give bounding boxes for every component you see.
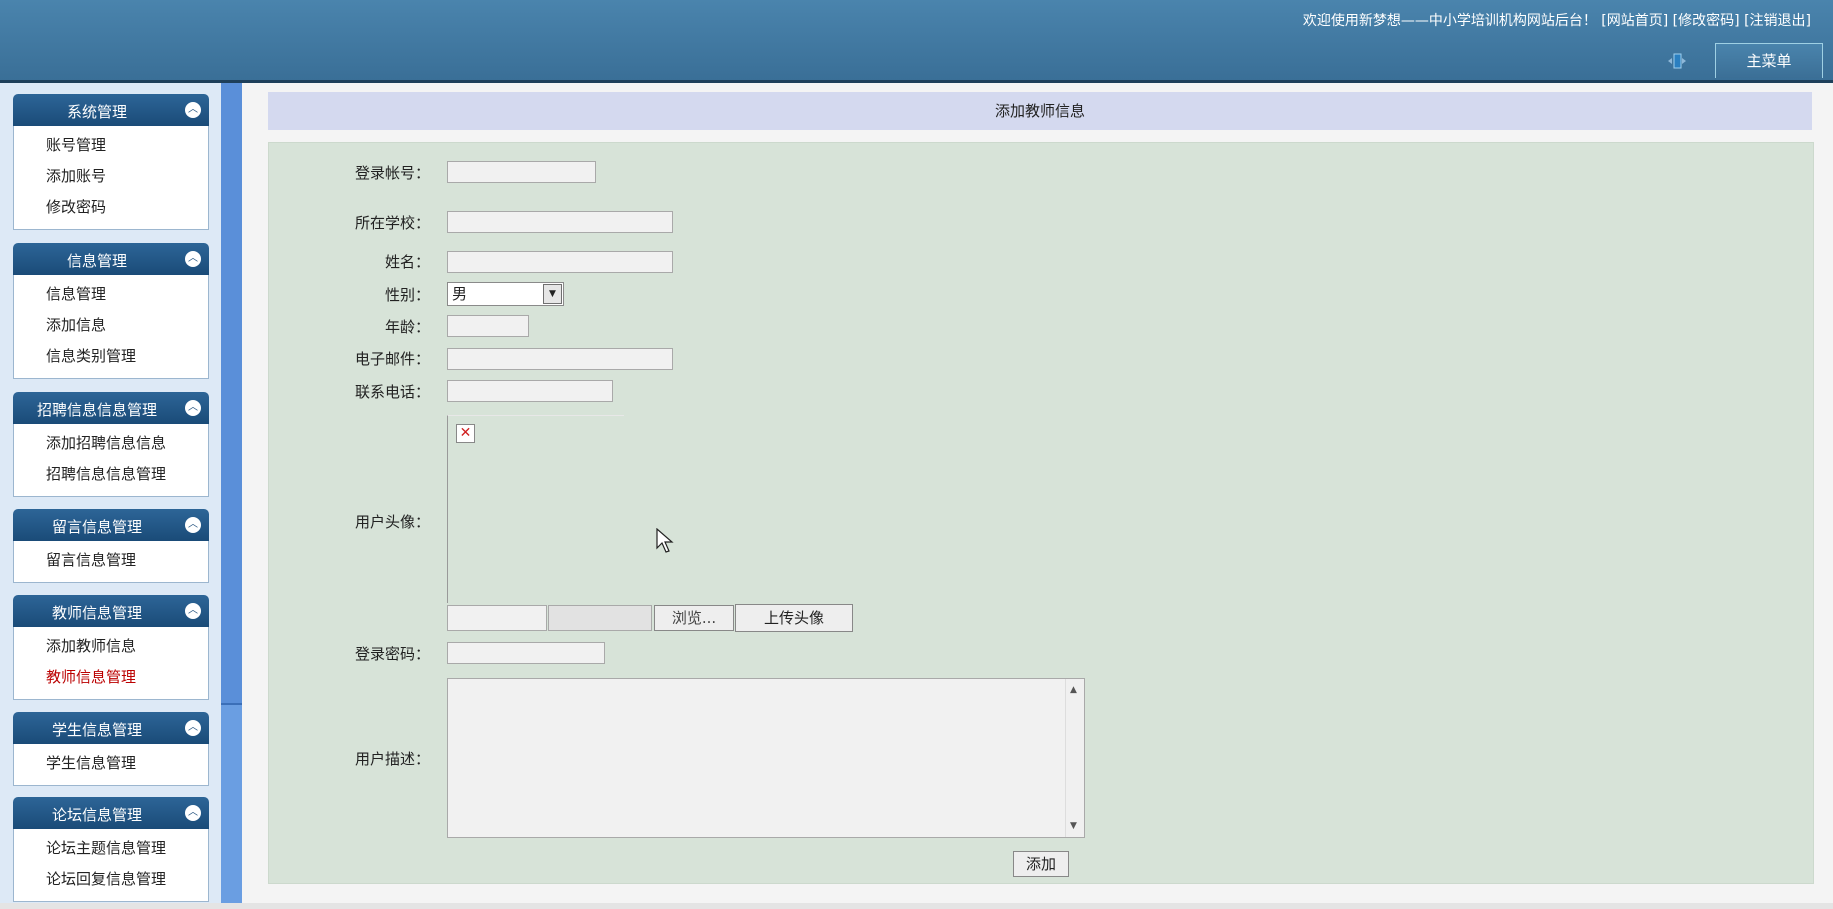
sidebar-item-add-teacher[interactable]: 添加教师信息 [14,631,208,662]
change-password-link[interactable]: [修改密码] [1673,13,1740,29]
sidebar-item-forum-topics[interactable]: 论坛主题信息管理 [14,833,208,864]
collapse-icon[interactable]: ︿ [185,102,201,118]
sidebar-group-header[interactable]: 信息管理 ︿ [13,243,209,275]
file-name-input[interactable] [548,605,652,631]
name-label: 姓名： [384,253,430,271]
sidebar-group-messages: 留言信息管理 ︿ 留言信息管理 [13,509,209,583]
chevron-down-icon[interactable]: ▼ [543,284,562,304]
sidebar-group-header[interactable]: 招聘信息信息管理 ︿ [13,392,209,424]
sidebar-item-student-management[interactable]: 学生信息管理 [14,748,208,779]
collapse-icon[interactable]: ︿ [185,805,201,821]
avatar-label: 用户头像： [354,513,430,531]
form-title: 添加教师信息 [268,92,1812,130]
sidebar-group-students: 学生信息管理 ︿ 学生信息管理 [13,712,209,786]
gender-label: 性别： [384,286,430,304]
welcome-text: 欢迎使用新梦想——中小学培训机构网站后台！ [1302,13,1597,29]
sidebar-item-info-management[interactable]: 信息管理 [14,279,208,310]
sidebar-group-title: 系统管理 [66,103,127,121]
sidebar-item-account-management[interactable]: 账号管理 [14,130,208,161]
sidebar-group-body: 添加招聘信息信息 招聘信息信息管理 [13,424,209,497]
name-input[interactable] [447,251,673,273]
age-input[interactable] [447,315,529,337]
gender-select[interactable]: 男 ▼ [447,282,564,306]
sidebar-group-title: 招聘信息信息管理 [36,401,157,419]
sidebar-group-header[interactable]: 系统管理 ︿ [13,94,209,126]
collapse-icon[interactable]: ︿ [185,400,201,416]
sidebar-group-header[interactable]: 论坛信息管理 ︿ [13,797,209,829]
account-input[interactable] [447,161,596,183]
sidebar-group-body: 论坛主题信息管理 论坛回复信息管理 [13,829,209,902]
password-label: 登录密码： [354,645,430,663]
sidebar-item-change-password[interactable]: 修改密码 [14,192,208,223]
sidebar-group-body: 学生信息管理 [13,744,209,786]
sidebar-group-title: 教师信息管理 [51,604,142,622]
collapse-icon[interactable]: ︿ [185,251,201,267]
sidebar-scrollbar-thumb[interactable] [221,83,242,705]
sidebar-item-recruitment-management[interactable]: 招聘信息信息管理 [14,459,208,490]
main-menu-tab[interactable]: 主菜单 [1715,43,1823,78]
sidebar-group-header[interactable]: 学生信息管理 ︿ [13,712,209,744]
account-label: 登录帐号： [354,164,430,182]
scroll-up-icon[interactable]: ▲ [1070,685,1077,695]
sidebar-item-add-account[interactable]: 添加账号 [14,161,208,192]
welcome-bar: 欢迎使用新梦想——中小学培训机构网站后台！ [网站首页] [修改密码] [注销退… [1303,10,1811,30]
sidebar-group-body: 留言信息管理 [13,541,209,583]
sidebar-group-forum: 论坛信息管理 ︿ 论坛主题信息管理 论坛回复信息管理 [13,797,209,902]
submit-add-button[interactable]: 添加 [1013,851,1069,877]
upload-avatar-button[interactable]: 上传头像 [735,604,853,632]
email-input[interactable] [447,348,673,370]
school-label: 所在学校： [354,214,430,232]
description-textarea[interactable]: ▲ ▼ [447,678,1085,838]
sidebar-group-header[interactable]: 留言信息管理 ︿ [13,509,209,541]
sidebar-toggle-icon[interactable] [1668,52,1686,70]
sidebar-group-title: 留言信息管理 [51,518,142,536]
sidebar-item-message-management[interactable]: 留言信息管理 [14,545,208,576]
collapse-icon[interactable]: ︿ [185,603,201,619]
collapse-icon[interactable]: ︿ [185,517,201,533]
sidebar-item-info-category[interactable]: 信息类别管理 [14,341,208,372]
sidebar-group-header[interactable]: 教师信息管理 ︿ [13,595,209,627]
collapse-icon[interactable]: ︿ [185,720,201,736]
phone-label: 联系电话： [354,383,430,401]
mouse-cursor-icon [656,528,674,553]
file-path-input[interactable] [447,605,547,631]
sidebar-item-forum-replies[interactable]: 论坛回复信息管理 [14,864,208,895]
sidebar-group-info: 信息管理 ︿ 信息管理 添加信息 信息类别管理 [13,243,209,379]
description-label: 用户描述： [354,750,430,768]
sidebar-scrollbar[interactable] [221,83,242,903]
sidebar-group-recruitment: 招聘信息信息管理 ︿ 添加招聘信息信息 招聘信息信息管理 [13,392,209,497]
broken-image-icon: ✕ [456,424,475,443]
sidebar-group-title: 学生信息管理 [51,721,142,739]
email-label: 电子邮件： [354,350,430,368]
sidebar-group-system: 系统管理 ︿ 账号管理 添加账号 修改密码 [13,94,209,230]
sidebar-item-add-recruitment[interactable]: 添加招聘信息信息 [14,428,208,459]
home-link[interactable]: [网站首页] [1601,13,1668,29]
scroll-down-icon[interactable]: ▼ [1070,821,1077,831]
browse-button[interactable]: 浏览... [654,605,734,631]
gender-value: 男 [452,285,468,303]
sidebar-item-teacher-management[interactable]: 教师信息管理 [14,662,208,693]
sidebar-group-teachers: 教师信息管理 ︿ 添加教师信息 教师信息管理 [13,595,209,700]
phone-input[interactable] [447,380,613,402]
sidebar-item-add-info[interactable]: 添加信息 [14,310,208,341]
avatar-preview: ✕ [447,415,624,603]
sidebar-group-body: 添加教师信息 教师信息管理 [13,627,209,700]
sidebar-group-body: 信息管理 添加信息 信息类别管理 [13,275,209,379]
sidebar-group-title: 论坛信息管理 [51,806,142,824]
school-input[interactable] [447,211,673,233]
age-label: 年龄： [384,318,430,336]
logout-link[interactable]: [注销退出] [1744,13,1811,29]
sidebar-group-title: 信息管理 [66,252,127,270]
textarea-scrollbar[interactable]: ▲ ▼ [1065,679,1084,837]
top-header: 欢迎使用新梦想——中小学培训机构网站后台！ [网站首页] [修改密码] [注销退… [0,0,1833,83]
password-input[interactable] [447,642,605,664]
sidebar-group-body: 账号管理 添加账号 修改密码 [13,126,209,230]
